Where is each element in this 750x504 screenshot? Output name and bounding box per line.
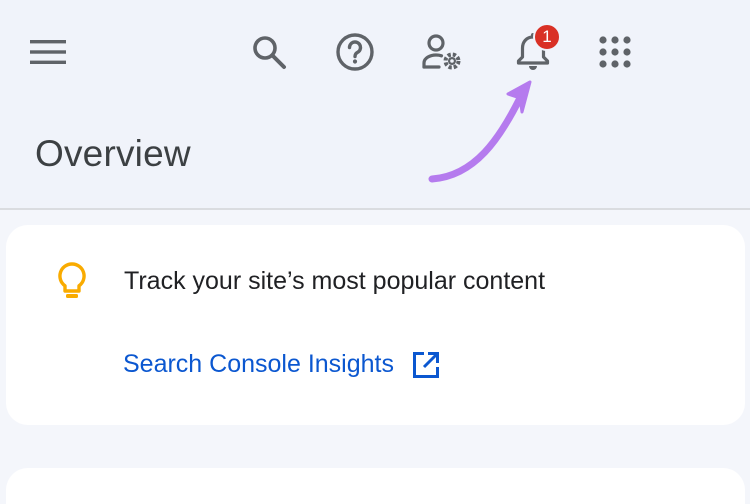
insights-link-label: Search Console Insights <box>123 350 394 378</box>
apps-grid-icon <box>599 36 631 68</box>
page-title: Overview <box>35 133 191 174</box>
menu-icon <box>30 40 66 64</box>
search-icon <box>253 36 286 69</box>
insights-card-text: Track your site’s most popular content <box>124 267 546 295</box>
search-console-insights-link[interactable]: Search Console Insights <box>123 350 440 379</box>
apps-button[interactable] <box>589 26 641 78</box>
lightbulb-icon <box>58 262 86 298</box>
user-settings-button[interactable] <box>417 26 469 78</box>
help-icon <box>336 33 374 71</box>
insights-card: Track your site’s most popular content S… <box>6 225 745 425</box>
annotation-arrow <box>428 80 532 183</box>
menu-button[interactable] <box>22 26 74 78</box>
open-in-new-icon <box>412 351 439 378</box>
user-settings-icon <box>422 34 461 70</box>
notification-badge: 1 <box>533 23 561 51</box>
help-button[interactable] <box>329 26 381 78</box>
search-button[interactable] <box>243 26 295 78</box>
next-card <box>6 468 745 504</box>
